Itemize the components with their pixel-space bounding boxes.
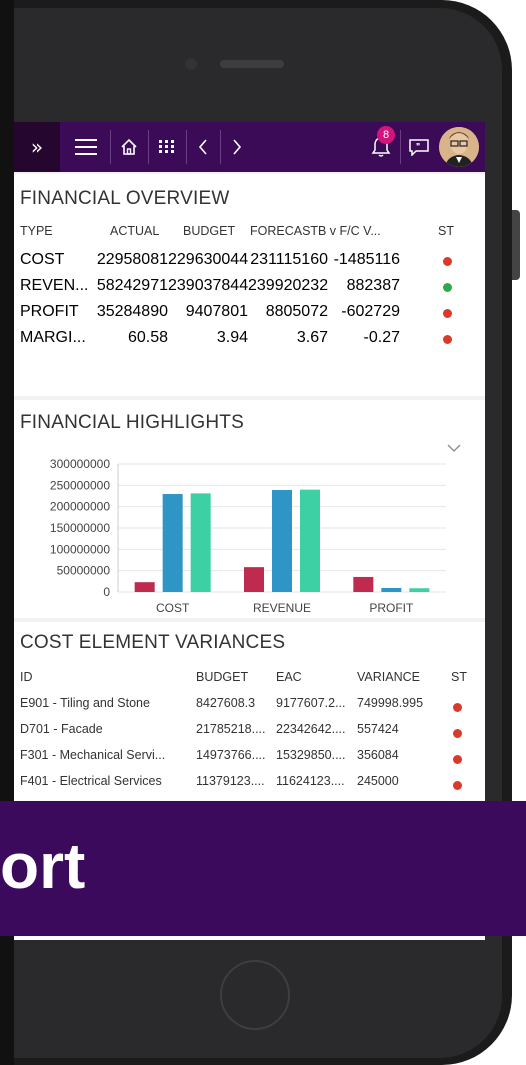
cell-id: D701 - Facade xyxy=(20,722,103,736)
cell-eac: 9177607.2... xyxy=(276,696,346,710)
cell-forecast: 231115160 xyxy=(250,251,328,268)
column-header-actual: ACTUAL xyxy=(110,224,160,238)
top-navigation-bar: » 8 ❞ xyxy=(14,122,485,172)
cell-forecast: 239920232 xyxy=(248,277,329,294)
status-dot xyxy=(453,755,462,764)
status-dot xyxy=(453,729,462,738)
camera-icon xyxy=(185,58,197,70)
chart-bar xyxy=(409,588,430,592)
y-tick-label: 250000000 xyxy=(50,478,110,492)
y-tick-label: 50000000 xyxy=(57,564,111,578)
double-chevron-right-icon[interactable]: » xyxy=(14,122,60,172)
notification-badge: 8 xyxy=(377,126,395,144)
y-tick-label: 0 xyxy=(103,585,110,599)
chart-bar xyxy=(190,493,211,592)
hamburger-menu-icon[interactable] xyxy=(64,122,108,172)
cost-element-variances-title: COST ELEMENT VARIANCES xyxy=(20,632,286,653)
financial-highlights-card: FINANCIAL HIGHLIGHTS 300000000 250000000 2… xyxy=(14,400,485,618)
chart-bar xyxy=(134,582,155,592)
cell-budget: 9407801 xyxy=(185,303,248,320)
cell-budget: 3.94 xyxy=(216,329,248,346)
cell-actual: 35284890 xyxy=(96,303,168,320)
status-dot xyxy=(443,257,452,266)
cell-budget: 21785218.... xyxy=(196,722,266,736)
cell-type: REVEN... xyxy=(20,277,89,294)
status-dot xyxy=(443,335,452,344)
column-header-status: ST xyxy=(451,670,467,684)
cell-type: MARGI... xyxy=(20,329,86,346)
cell-variance: 245000 xyxy=(357,774,399,788)
column-header-id: ID xyxy=(20,670,33,684)
chevron-left-icon[interactable] xyxy=(188,122,218,172)
cell-id: F401 - Electrical Services xyxy=(20,774,162,788)
column-header-status: ST xyxy=(438,224,454,238)
cell-variance: 882387 xyxy=(346,277,400,294)
cell-actual: 58242971 xyxy=(96,277,168,294)
x-tick-label: REVENUE xyxy=(253,601,311,615)
apps-grid-icon[interactable] xyxy=(150,122,184,172)
speaker-grille xyxy=(220,60,284,68)
chart-bar xyxy=(381,587,402,592)
x-tick-label: PROFIT xyxy=(369,601,414,615)
status-dot xyxy=(453,781,462,790)
svg-text:❞: ❞ xyxy=(416,142,420,151)
cell-budget: 14973766.... xyxy=(196,748,266,762)
financial-highlights-chart: 300000000 250000000 200000000 150000000 1000… xyxy=(50,457,446,615)
cell-forecast: 8805072 xyxy=(265,303,328,320)
cell-budget: 11379123.... xyxy=(196,774,265,788)
cell-variance: 557424 xyxy=(357,722,399,736)
cell-variance: -0.27 xyxy=(363,329,400,346)
chart-bar xyxy=(244,567,264,592)
chevron-right-icon[interactable] xyxy=(222,122,252,172)
cell-variance: 749998.995 xyxy=(357,696,424,710)
status-dot xyxy=(443,283,452,292)
cell-variance: -602729 xyxy=(341,303,400,320)
column-header-variance: VARIANCE xyxy=(357,670,420,684)
column-header-variance: B v F/C V... xyxy=(318,224,381,238)
column-header-type: TYPE xyxy=(20,224,53,238)
column-header-budget: BUDGET xyxy=(196,670,249,684)
cell-variance: -1485116 xyxy=(333,251,400,268)
x-tick-label: COST xyxy=(156,601,190,615)
cell-actual: 60.58 xyxy=(127,329,168,346)
cell-type: COST xyxy=(20,251,65,268)
cell-type: PROFIT xyxy=(20,303,79,320)
y-tick-label: 300000000 xyxy=(50,457,110,471)
cell-eac: 15329850.... xyxy=(276,748,346,762)
cost-element-variances-table: ID BUDGET EAC VARIANCE ST E901 - Tiling … xyxy=(20,668,480,818)
y-tick-label: 100000000 xyxy=(50,542,110,556)
home-button[interactable] xyxy=(220,960,290,1030)
y-tick-label: 200000000 xyxy=(50,500,110,514)
user-avatar[interactable] xyxy=(439,127,479,167)
financial-highlights-title: FINANCIAL HIGHLIGHTS xyxy=(20,412,244,433)
column-header-eac: EAC xyxy=(276,670,302,684)
status-dot xyxy=(443,309,452,318)
cell-forecast: 3.67 xyxy=(296,329,328,346)
y-tick-label: 150000000 xyxy=(50,521,110,535)
phone-frame: » 8 ❞ FINANCIAL OVERVIEW TYPE ACTUAL BUD… xyxy=(0,0,526,1065)
cell-budget: 239037844 xyxy=(168,277,249,294)
financial-overview-table: TYPE ACTUAL BUDGET FORECAST B v F/C V...… xyxy=(20,222,480,382)
cell-variance: 356084 xyxy=(357,748,399,762)
financial-overview-title: FINANCIAL OVERVIEW xyxy=(20,188,230,209)
cell-budget: 229630044 xyxy=(168,251,249,268)
chart-bar xyxy=(272,490,292,592)
chart-bar xyxy=(162,494,183,592)
cell-budget: 8427608.3 xyxy=(196,696,256,710)
chat-icon[interactable]: ❞ xyxy=(402,122,436,172)
financial-overview-card: FINANCIAL OVERVIEW TYPE ACTUAL BUDGET FO… xyxy=(14,174,485,396)
banner-text: ort xyxy=(0,830,86,902)
cell-eac: 22342642.... xyxy=(276,722,346,736)
cell-eac: 11624123.... xyxy=(276,774,345,788)
home-icon[interactable] xyxy=(112,122,146,172)
cell-actual: 22958081 xyxy=(96,251,168,268)
chart-bar xyxy=(300,489,320,592)
cell-id: E901 - Tiling and Stone xyxy=(20,696,150,710)
column-header-forecast: FORECAST xyxy=(250,224,319,238)
status-dot xyxy=(453,703,462,712)
chart-bar xyxy=(353,576,374,592)
cell-id: F301 - Mechanical Servi... xyxy=(20,748,166,762)
side-button xyxy=(512,210,520,280)
column-header-budget: BUDGET xyxy=(183,224,236,238)
